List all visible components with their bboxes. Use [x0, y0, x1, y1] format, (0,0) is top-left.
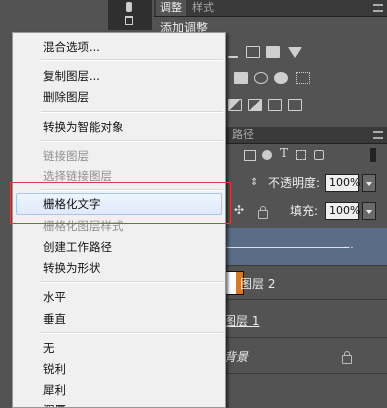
posterize-icon[interactable]: [248, 99, 262, 111]
opacity-row: ⇕ 不透明度: 100%: [210, 172, 387, 194]
layer-filter-row: T: [210, 144, 387, 166]
annotation-highlight-box: [10, 182, 231, 224]
text-layer-preview-line: [224, 247, 348, 248]
layer-name: 图层 1: [224, 314, 260, 328]
fill-input[interactable]: 100%: [325, 202, 360, 220]
menu-item-antialias-crisp[interactable]: 犀利: [43, 382, 66, 398]
layer-name: 图层 2: [240, 277, 276, 291]
menu-item-create-work-path[interactable]: 创建工作路径: [43, 239, 112, 255]
text-layer-dots: ...: [344, 240, 354, 251]
type-filter-icon[interactable]: T: [280, 146, 288, 160]
exposure-icon[interactable]: [266, 46, 280, 58]
brush-tool-icon[interactable]: [126, 2, 132, 12]
lock-all-icon[interactable]: [258, 206, 268, 219]
shape-filter-icon[interactable]: [296, 150, 306, 160]
layers-panel-tabs: 路径: [210, 127, 387, 144]
opacity-dropdown[interactable]: [362, 174, 376, 192]
fill-label: 填充:: [290, 204, 319, 218]
tab-paths[interactable]: 路径: [232, 127, 254, 143]
gradient-map-icon[interactable]: [288, 47, 302, 58]
layer-row-1[interactable]: 图层 1: [210, 300, 387, 338]
menu-separator: [41, 332, 223, 334]
smart-object-filter-icon[interactable]: [314, 150, 324, 160]
layer-row-text[interactable]: ...: [210, 228, 387, 266]
menu-separator: [41, 59, 223, 61]
hue-saturation-icon[interactable]: [234, 72, 248, 84]
menu-item-vertical[interactable]: 垂直: [43, 311, 66, 327]
adjustments-tabs: 调整 样式: [154, 0, 387, 17]
menu-item-blending-options[interactable]: 混合选项...: [43, 39, 100, 55]
menu-item-link-layers: 链接图层: [43, 149, 89, 163]
selective-color-icon[interactable]: [288, 99, 302, 111]
menu-item-horizontal[interactable]: 水平: [43, 289, 66, 305]
trash-icon[interactable]: [125, 16, 133, 25]
menu-separator: [41, 111, 223, 113]
layer-row-background[interactable]: 背景: [210, 338, 387, 374]
adjustment-icons-row-1: [226, 44, 376, 60]
menu-item-delete-layer[interactable]: 删除图层: [43, 89, 89, 105]
menu-item-convert-to-smart-object[interactable]: 转换为智能对象: [43, 119, 124, 135]
photo-filter-icon[interactable]: [274, 72, 288, 84]
blend-mode-stepper[interactable]: ⇕: [250, 177, 258, 188]
tab-styles[interactable]: 样式: [188, 0, 218, 16]
adjustment-icons-row-2: [226, 70, 376, 86]
filter-toggle[interactable]: [370, 148, 376, 162]
tab-adjustments[interactable]: 调整: [156, 0, 186, 16]
invert-icon[interactable]: [228, 99, 242, 111]
levels-icon[interactable]: [228, 46, 238, 58]
menu-separator: [41, 140, 223, 142]
menu-item-duplicate-layer[interactable]: 复制图层...: [43, 68, 100, 84]
layers-panel-menu-icon[interactable]: [373, 131, 383, 139]
menu-item-convert-to-shape[interactable]: 转换为形状: [43, 260, 101, 276]
layer-row-2[interactable]: 图层 2: [210, 266, 387, 300]
panel-menu-icon[interactable]: [373, 4, 383, 12]
opacity-label: 不透明度:: [268, 176, 321, 190]
fill-dropdown[interactable]: [362, 202, 376, 220]
color-lookup-icon[interactable]: [296, 72, 310, 84]
image-filter-icon[interactable]: [244, 150, 256, 161]
lock-position-icon[interactable]: ✣: [234, 203, 244, 217]
menu-item-antialias-sharp[interactable]: 锐利: [43, 361, 66, 377]
adjustment-icons-row-3: [226, 97, 376, 113]
curves-icon[interactable]: [246, 46, 260, 58]
adjust-filter-icon[interactable]: [262, 150, 272, 160]
menu-item-antialias-none[interactable]: 无: [43, 340, 55, 356]
background-lock-icon: [342, 351, 352, 364]
fill-row: ✣ 填充: 100%: [210, 200, 387, 222]
color-balance-icon[interactable]: [254, 72, 268, 84]
menu-separator: [41, 281, 223, 283]
layer-name: 背景: [224, 350, 249, 364]
menu-item-antialias-strong[interactable]: 浑厚: [43, 402, 66, 407]
opacity-input[interactable]: 100%: [325, 174, 360, 192]
threshold-icon[interactable]: [268, 99, 282, 111]
